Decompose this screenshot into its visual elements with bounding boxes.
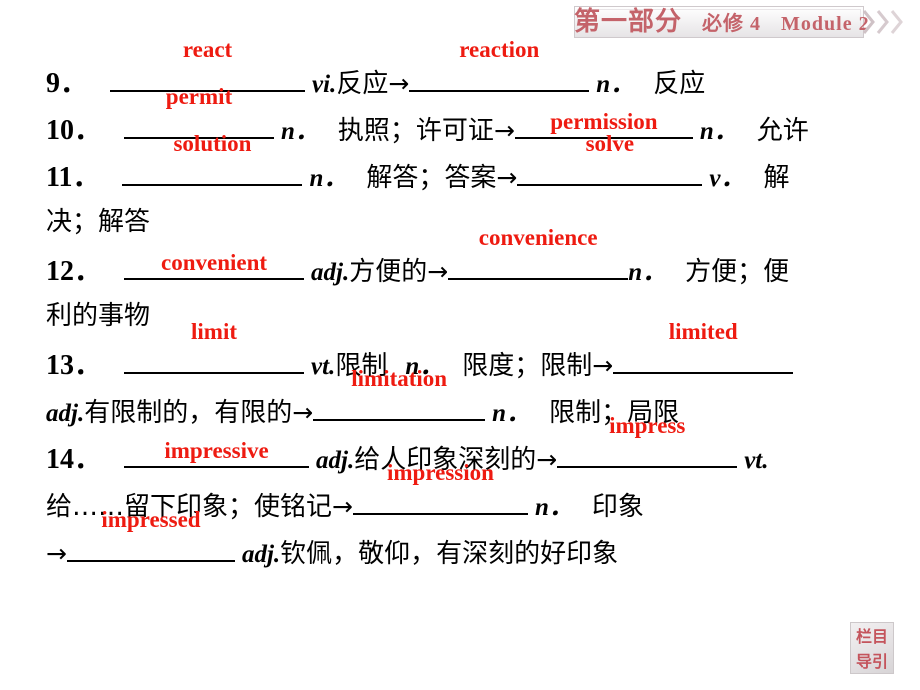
answer-text: convenient (160, 250, 268, 275)
item-number: 13． (46, 350, 103, 381)
answer-text: impressive (164, 438, 269, 463)
list-item: 11． solution n． 解答；答案→ solve v． 解 (0, 132, 920, 201)
list-item: 12． convenient adj.方便的→ convenience n． 方便；… (0, 226, 920, 295)
definition-cn: 反应 (653, 69, 706, 99)
part-of-speech: n． (281, 118, 320, 145)
arrow-icon: → (493, 116, 515, 145)
definition-cn: 执照；许可证 (337, 116, 494, 146)
definition-cn: 方便；便 (685, 257, 790, 287)
answer-text: convenience (478, 225, 598, 250)
answer-text: permit (165, 84, 233, 109)
item-number: 14． (46, 444, 103, 475)
badge-line-2: 导引 (855, 652, 888, 671)
vocabulary-list: 9． react vi.反应→ reaction n． 反应 10． permit… (0, 38, 920, 577)
answer-blank[interactable]: limited (613, 320, 794, 374)
answer-blank[interactable]: impression (352, 461, 528, 515)
arrow-icon: → (46, 539, 67, 568)
item-number: 10． (46, 115, 103, 146)
item-number: 11． (46, 162, 101, 193)
list-item-wrap: adj.有限制的，有限的→ limitation n． 限制；局限 (0, 367, 920, 436)
answer-blank[interactable]: solve (517, 132, 703, 186)
part-of-speech: n． (534, 494, 574, 521)
answer-blank[interactable]: impress (557, 414, 738, 468)
part-of-speech: vt. (311, 353, 336, 380)
item-number: 12． (46, 256, 103, 287)
answer-text: reaction (459, 37, 540, 62)
arrow-icon: → (496, 163, 518, 192)
answer-text: impression (387, 460, 494, 485)
part-of-speech: n． (596, 71, 636, 98)
definition-cn: 解 (763, 163, 790, 193)
list-item: 10． permit n． 执照；许可证→ permission n． 允许 (0, 85, 920, 154)
answer-blank[interactable]: solution (122, 132, 303, 186)
arrow-icon: → (427, 257, 449, 286)
answer-text: limited (668, 319, 738, 344)
part-of-speech: n． (309, 165, 349, 192)
chevron-right-icon (876, 9, 889, 35)
chevron-right-icon (890, 9, 903, 35)
part-of-speech: v． (709, 165, 746, 192)
answer-text: react (182, 37, 233, 62)
list-item-wrap: 利的事物 (0, 295, 920, 342)
item-number: 9． (46, 68, 89, 99)
part-of-speech: adj. (46, 400, 85, 427)
chevron-group (862, 6, 916, 38)
badge-line-1: 栏目 (855, 627, 888, 646)
definition-cn: 限度；限制 (462, 351, 593, 381)
part-of-speech: adj. (311, 259, 350, 286)
definition-cn-wrap: 决；解答 (46, 207, 151, 237)
answer-blank[interactable]: limit (124, 320, 305, 374)
definition-cn: 方便的 (349, 257, 428, 287)
list-item: 9． react vi.反应→ reaction n． 反应 (0, 38, 920, 107)
answer-blank[interactable]: reaction (409, 38, 590, 92)
arrow-icon: → (592, 351, 614, 380)
definition-cn-wrap: 利的事物 (46, 301, 151, 331)
definition-cn: 反应 (336, 69, 389, 99)
definition-cn: 解答；答案 (366, 163, 497, 193)
part-of-speech: adj. (241, 541, 281, 568)
answer-text: solution (173, 131, 252, 156)
answer-text: solve (585, 131, 635, 156)
section-guide-badge[interactable]: 栏目 导引 (850, 622, 894, 674)
definition-cn: 钦佩，敬仰，有深刻的好印象 (280, 539, 619, 569)
arrow-icon: → (332, 492, 353, 521)
answer-text: permission (550, 109, 658, 134)
answer-text: limit (191, 319, 238, 344)
banner-title: 第一部分 必修 4 Module 2 (574, 6, 869, 38)
definition-cn: 印象 (591, 492, 644, 522)
part-of-speech: vt. (744, 447, 769, 474)
definition-cn: 允许 (756, 116, 809, 146)
list-item-wrap: 决；解答 (0, 201, 920, 248)
answer-text: impress (609, 413, 686, 438)
answer-blank[interactable]: impressed (66, 508, 235, 562)
part-of-speech: vi. (312, 71, 337, 98)
chevron-right-icon (862, 9, 875, 35)
part-of-speech: n． (699, 118, 739, 145)
answer-blank[interactable]: convenience (448, 226, 629, 280)
part-of-speech: n． (628, 259, 668, 286)
banner-course-label: 必修 4 (702, 13, 762, 35)
banner-module-label: Module 2 (781, 13, 870, 35)
part-of-speech: n． (492, 400, 532, 427)
answer-blank[interactable]: limitation (313, 367, 486, 421)
arrow-icon: → (388, 69, 410, 98)
answer-text: limitation (351, 366, 448, 391)
arrow-icon: → (536, 445, 558, 474)
part-of-speech: adj. (316, 447, 355, 474)
list-item: 13． limit vt.限制 n． 限度；限制→ limited (0, 320, 920, 389)
answer-blank[interactable]: impressive (124, 436, 310, 468)
list-item-wrap: → impressed adj.钦佩，敬仰，有深刻的好印象 (0, 508, 920, 577)
banner-part-label: 第一部分 (574, 7, 683, 37)
answer-text: impressed (101, 507, 201, 532)
definition-cn: 有限制的，有限的 (84, 398, 293, 428)
answer-blank[interactable]: convenient (124, 248, 305, 280)
arrow-icon: → (292, 398, 314, 427)
